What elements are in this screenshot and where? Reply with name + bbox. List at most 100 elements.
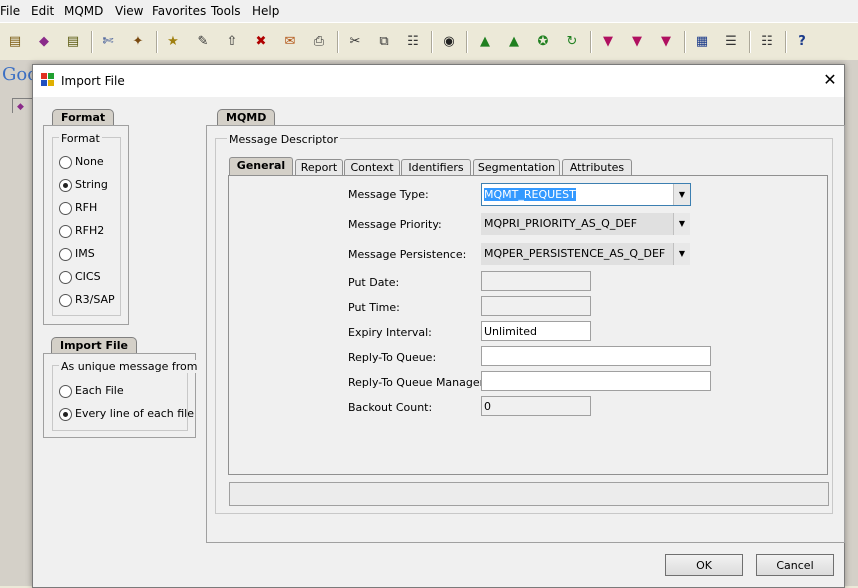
tab-report[interactable]: Report xyxy=(295,159,343,175)
help-icon[interactable]: ? xyxy=(792,32,812,52)
message-priority-combo[interactable]: MQPRI_PRIORITY_AS_Q_DEF ▼ xyxy=(481,213,690,235)
cancel-button[interactable]: Cancel xyxy=(756,554,834,576)
format-option-label: None xyxy=(75,155,104,168)
format-option-label: String xyxy=(75,178,108,191)
format-radio-ims[interactable] xyxy=(59,248,72,261)
format-radio-string[interactable] xyxy=(59,179,72,192)
toolbar-separator xyxy=(337,31,339,53)
message-priority-value: MQPRI_PRIORITY_AS_Q_DEF xyxy=(484,217,638,230)
tab-segmentation[interactable]: Segmentation xyxy=(473,159,560,175)
tab-context[interactable]: Context xyxy=(344,159,400,175)
load-icon[interactable]: ⇧ xyxy=(222,32,242,52)
chevron-down-icon[interactable]: ▼ xyxy=(673,243,690,265)
toolbar-separator xyxy=(749,31,751,53)
expiry-interval-field[interactable]: Unlimited xyxy=(481,321,591,341)
menu-file[interactable]: File xyxy=(0,4,20,18)
open-icon[interactable]: ▤ xyxy=(5,32,25,52)
reply-to-queue-field[interactable] xyxy=(481,346,711,366)
toolbar-separator xyxy=(91,31,93,53)
format-radio-rfh2[interactable] xyxy=(59,225,72,238)
ok-button[interactable]: OK xyxy=(665,554,743,576)
app-logo-icon xyxy=(41,73,55,87)
queue-down-icon[interactable]: ▼ xyxy=(598,32,618,52)
import-option-label: Each File xyxy=(75,384,124,397)
queue-down3-icon[interactable]: ▼ xyxy=(656,32,676,52)
menu-edit[interactable]: Edit xyxy=(31,4,54,18)
list-icon[interactable]: ☰ xyxy=(721,32,741,52)
message-persistence-combo[interactable]: MQPER_PERSISTENCE_AS_Q_DEF ▼ xyxy=(481,243,690,265)
mqmd-icon[interactable]: ◆ xyxy=(34,32,54,52)
backout-count-field: 0 xyxy=(481,396,591,416)
message-persistence-label: Message Persistence: xyxy=(348,248,467,261)
format-option-label: RFH xyxy=(75,201,98,214)
find-icon[interactable]: ◉ xyxy=(439,32,459,52)
format-option-label: CICS xyxy=(75,270,101,283)
tab-attributes[interactable]: Attributes xyxy=(562,159,632,175)
menu-view[interactable]: View xyxy=(115,4,143,18)
format-tab[interactable]: Format xyxy=(52,109,115,125)
import-file-dialog: Import File ✕ Format Format None String … xyxy=(32,64,845,588)
dialog-title: Import File xyxy=(61,74,125,88)
import-radio-each-file[interactable] xyxy=(59,385,72,398)
wand-icon[interactable]: ✦ xyxy=(128,32,148,52)
queue-add2-icon[interactable]: ▲ xyxy=(504,32,524,52)
queue-down2-icon[interactable]: ▼ xyxy=(627,32,647,52)
toolbar-separator xyxy=(684,31,686,53)
format-panel: Format None String RFH RFH2 IMS CICS R3/… xyxy=(43,125,129,325)
background-tab: ◆ xyxy=(12,98,34,113)
scissors-icon[interactable]: ✂ xyxy=(345,32,365,52)
export-icon[interactable]: ✉ xyxy=(280,32,300,52)
delete-icon[interactable]: ✖ xyxy=(251,32,271,52)
grid-icon[interactable]: ☷ xyxy=(757,32,777,52)
general-tab-panel: Message Type: MQMT_REQUEST ▼ Message Pri… xyxy=(228,175,828,475)
copy-icon[interactable]: ⧉ xyxy=(374,32,394,52)
tab-identifiers[interactable]: Identifiers xyxy=(401,159,471,175)
message-descriptor-label: Message Descriptor xyxy=(227,133,340,146)
import-file-tab[interactable]: Import File xyxy=(51,337,138,353)
mqmd-panel: Message Descriptor General Report Contex… xyxy=(206,125,845,543)
queue-add-icon[interactable]: ▲ xyxy=(475,32,495,52)
edit-icon[interactable]: ✎ xyxy=(193,32,213,52)
format-radio-cics[interactable] xyxy=(59,271,72,284)
paste-icon[interactable]: ☷ xyxy=(403,32,423,52)
format-group-label: Format xyxy=(59,132,102,145)
import-file-panel: As unique message from Each File Every l… xyxy=(43,353,200,438)
reply-to-qmgr-field[interactable] xyxy=(481,371,711,391)
cut-icon[interactable]: ✄ xyxy=(98,32,118,52)
format-option-label: IMS xyxy=(75,247,95,260)
import-radio-every-line[interactable] xyxy=(59,408,72,421)
close-icon[interactable]: ✕ xyxy=(821,71,839,89)
format-radio-r3sap[interactable] xyxy=(59,294,72,307)
queue-refresh-icon[interactable]: ↻ xyxy=(562,32,582,52)
put-time-field xyxy=(481,296,591,316)
chevron-down-icon[interactable]: ▼ xyxy=(673,184,690,205)
mqmd-tab[interactable]: MQMD xyxy=(217,109,276,125)
menu-favorites[interactable]: Favorites xyxy=(152,4,206,18)
table-icon[interactable]: ▦ xyxy=(692,32,712,52)
toolbar-separator xyxy=(466,31,468,53)
menu-help[interactable]: Help xyxy=(252,4,279,18)
new-icon[interactable]: ★ xyxy=(163,32,183,52)
message-type-combo[interactable]: MQMT_REQUEST ▼ xyxy=(481,183,691,206)
format-radio-rfh[interactable] xyxy=(59,202,72,215)
menu-tools[interactable]: Tools xyxy=(211,4,241,18)
message-persistence-value: MQPER_PERSISTENCE_AS_Q_DEF xyxy=(484,247,666,260)
queue-star-icon[interactable]: ✪ xyxy=(533,32,553,52)
chevron-down-icon[interactable]: ▼ xyxy=(673,213,690,235)
tab-general[interactable]: General xyxy=(229,157,293,175)
import-group-label: As unique message from xyxy=(59,360,200,373)
format-radio-none[interactable] xyxy=(59,156,72,169)
menu-mqmd[interactable]: MQMD xyxy=(64,4,103,18)
save-icon[interactable]: ▤ xyxy=(63,32,83,52)
toolbar-separator xyxy=(785,31,787,53)
format-option-label: RFH2 xyxy=(75,224,105,237)
backout-count-label: Backout Count: xyxy=(348,401,433,414)
status-field xyxy=(229,482,829,506)
import-group xyxy=(52,365,188,431)
expiry-interval-label: Expiry Interval: xyxy=(348,326,432,339)
print-icon[interactable]: ⎙ xyxy=(309,32,329,52)
format-option-label: R3/SAP xyxy=(75,293,115,306)
message-type-value: MQMT_REQUEST xyxy=(484,188,576,201)
menu-bar: File Edit MQMD View Favorites Tools Help xyxy=(0,0,858,22)
toolbar-separator xyxy=(156,31,158,53)
